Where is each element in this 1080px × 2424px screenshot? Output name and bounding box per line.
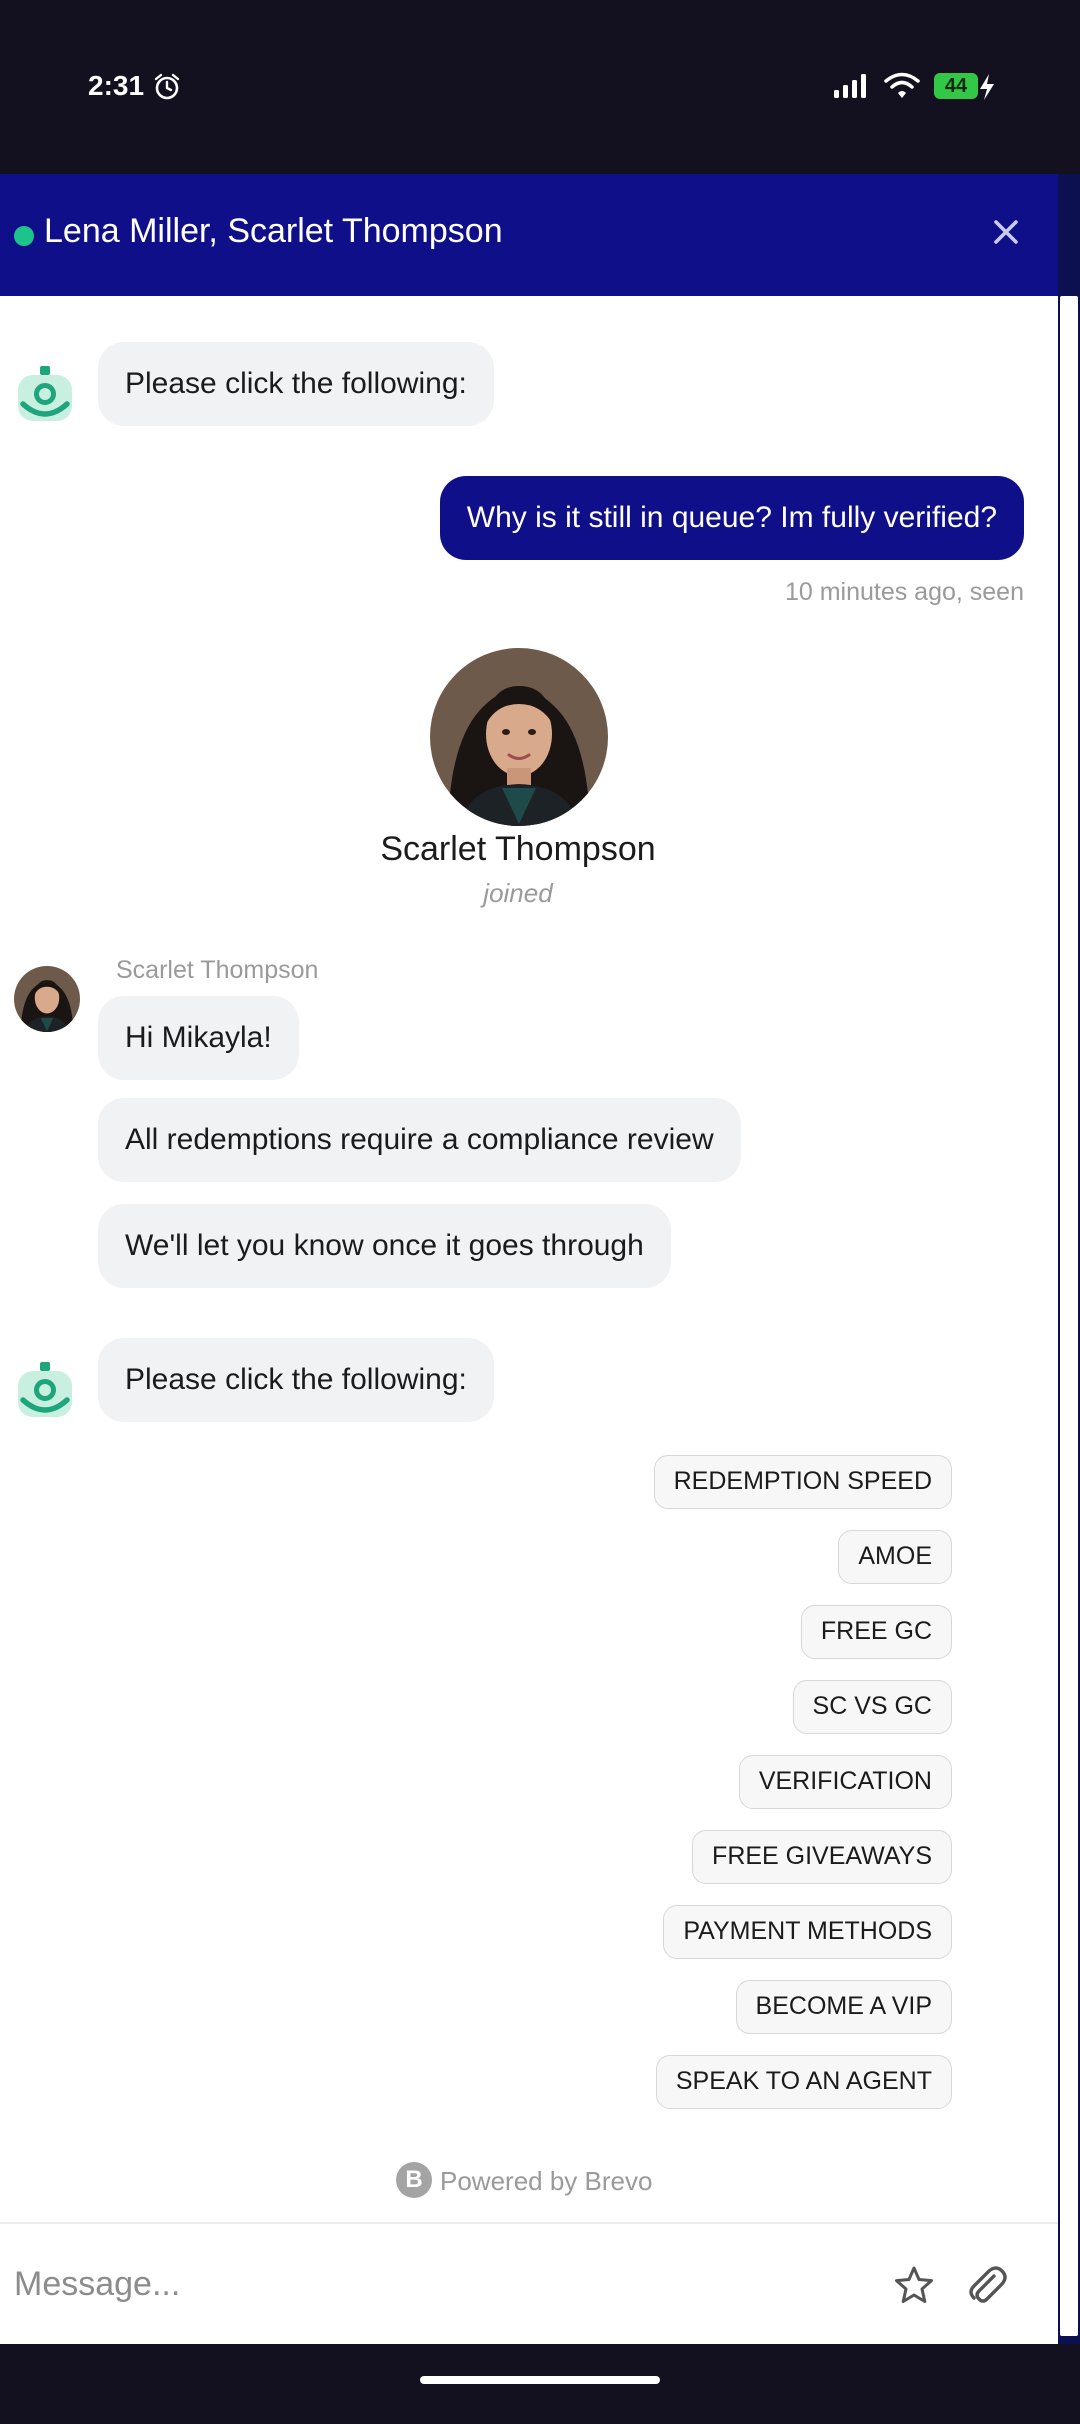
bot-icon — [18, 366, 72, 421]
message-status: 10 minutes ago, seen — [784, 578, 1024, 606]
powered-by-text: Powered by Brevo — [440, 2166, 653, 2196]
home-indicator[interactable] — [420, 2376, 660, 2384]
star-icon[interactable] — [893, 2264, 935, 2306]
quick-reply-redemption-speed[interactable]: REDEMPTION SPEED — [653, 1455, 952, 1509]
quick-reply-free-gc[interactable]: FREE GC — [800, 1605, 952, 1659]
status-time: 2:31 — [88, 70, 145, 101]
attach-icon[interactable] — [964, 2262, 1008, 2306]
quick-reply-become-a-vip[interactable]: BECOME A VIP — [735, 1980, 952, 2034]
brevo-logo-icon: B — [396, 2162, 432, 2198]
online-status-dot — [12, 224, 36, 248]
agent-avatar — [14, 966, 80, 1032]
close-icon[interactable] — [984, 210, 1028, 254]
battery-indicator: 44 — [934, 73, 978, 99]
quick-reply-speak-to-an-agent[interactable]: SPEAK TO AN AGENT — [655, 2055, 952, 2109]
agent-sender-name: Scarlet Thompson — [116, 956, 319, 984]
agent-joined-label: joined — [483, 878, 553, 908]
agent-message-bubble: All redemptions require a compliance rev… — [98, 1098, 741, 1182]
agent-message-bubble: Hi Mikayla! — [98, 996, 299, 1080]
message-input[interactable] — [0, 2246, 888, 2322]
message-composer — [0, 2222, 1058, 2344]
bot-icon — [18, 1362, 72, 1417]
quick-reply-sc-vs-gc[interactable]: SC VS GC — [792, 1680, 952, 1734]
quick-reply-payment-methods[interactable]: PAYMENT METHODS — [663, 1905, 952, 1959]
scrollbar-thumb[interactable] — [1060, 296, 1078, 2336]
agent-avatar-large — [430, 648, 608, 826]
bot-message-bubble: Please click the following: — [98, 1338, 494, 1422]
bolt-icon — [980, 74, 994, 100]
quick-reply-amoe[interactable]: AMOE — [838, 1530, 952, 1584]
chat-window: Lena Miller, Scarlet Thompson Please cli… — [0, 174, 1058, 2344]
quick-reply-verification[interactable]: VERIFICATION — [738, 1755, 952, 1809]
alarm-icon — [154, 73, 180, 100]
signal-icon — [834, 74, 866, 98]
chat-title: Lena Miller, Scarlet Thompson — [44, 212, 503, 250]
status-bar: 2:31 44 — [0, 0, 1080, 174]
bot-message-bubble: Please click the following: — [98, 342, 494, 426]
agent-joined-name: Scarlet Thompson — [380, 830, 656, 868]
user-message-bubble: Why is it still in queue? Im fully verif… — [439, 476, 1024, 560]
agent-message-bubble: We'll let you know once it goes through — [98, 1204, 671, 1288]
quick-reply-free-giveaways[interactable]: FREE GIVEAWAYS — [692, 1830, 952, 1884]
chat-header: Lena Miller, Scarlet Thompson — [0, 174, 1058, 296]
wifi-icon — [884, 72, 920, 98]
